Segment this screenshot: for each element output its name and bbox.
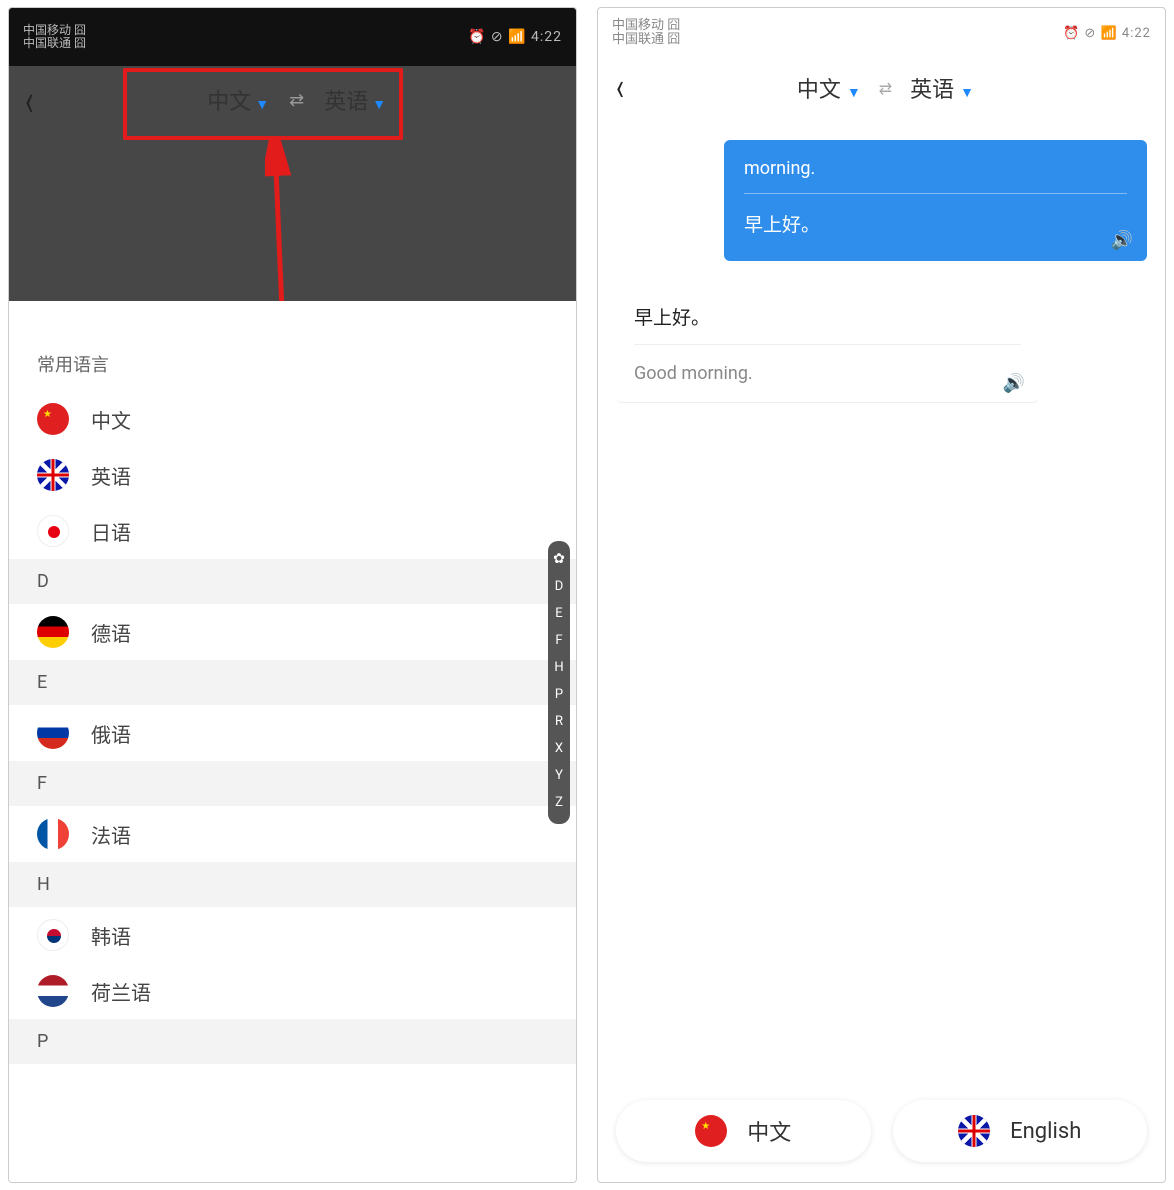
section-header: P <box>9 1019 576 1064</box>
language-pair: 中文 ▼ ⇄ 英语 ▼ <box>797 72 974 104</box>
source-language-label: 中文 <box>797 78 841 103</box>
index-letter[interactable]: D <box>555 579 564 594</box>
back-icon[interactable]: ‹ <box>25 74 33 127</box>
flag-nl-icon <box>37 975 69 1007</box>
speak-button-source[interactable]: 中文 <box>616 1100 871 1162</box>
flag-ru-icon <box>37 717 69 749</box>
alphabet-index[interactable]: ✿ DEFHPRXYZ <box>548 541 570 824</box>
bubble-source-text: 早上好。 <box>634 303 1021 345</box>
status-right: ⏰ ⊘ 📶 4:22 <box>1063 26 1151 41</box>
index-letter[interactable]: H <box>554 660 563 675</box>
flag-cn-icon <box>695 1115 727 1147</box>
message-bubble-outgoing[interactable]: 早上好。 Good morning. <box>616 289 1039 403</box>
carrier-2: 中国联通 囧 <box>23 37 86 50</box>
index-letter[interactable]: Y <box>555 768 563 783</box>
chevron-down-icon: ▼ <box>960 85 974 101</box>
carrier-2: 中国联通 囧 <box>612 33 680 47</box>
speak-buttons: 中文 English <box>616 1100 1147 1162</box>
flag-fr-icon <box>37 818 69 850</box>
section-header: E <box>9 660 576 705</box>
section-header: F <box>9 761 576 806</box>
annotation-highlight-box <box>123 68 403 140</box>
language-item[interactable]: 英语 <box>9 447 576 503</box>
index-letter[interactable]: F <box>555 633 562 648</box>
flag-kr-icon <box>37 919 69 951</box>
index-letter[interactable]: ✿ <box>553 551 565 567</box>
carrier-1: 中国移动 囧 <box>612 19 680 33</box>
language-item[interactable]: 韩语 <box>9 907 576 963</box>
message-bubble-incoming[interactable]: morning. 早上好。 <box>724 140 1147 261</box>
speaker-icon[interactable] <box>1003 373 1025 394</box>
flag-uk-icon <box>958 1115 990 1147</box>
bubble-target-text: 早上好。 <box>744 194 1127 247</box>
speak-button-target[interactable]: English <box>893 1100 1148 1162</box>
language-item[interactable]: 德语 <box>9 604 576 660</box>
language-item[interactable]: 日语 <box>9 503 576 559</box>
index-letter[interactable]: R <box>555 714 563 729</box>
language-label: 英语 <box>91 461 131 490</box>
flag-jp-icon <box>37 515 69 547</box>
language-item[interactable]: 中文 <box>9 391 576 447</box>
status-bar-right: 中国移动 囧 中国联通 囧 ⏰ ⊘ 📶 4:22 <box>598 8 1165 58</box>
language-picker-sheet[interactable]: 常用语言 中文 英语 日语 D 德语 E 俄语 F 法语 H 韩语 <box>9 301 576 1182</box>
language-item[interactable]: 法语 <box>9 806 576 862</box>
language-label: 俄语 <box>91 719 131 748</box>
screen-right: 中国移动 囧 中国联通 囧 ⏰ ⊘ 📶 4:22 ‹ 中文 ▼ ⇄ 英语 ▼ mor… <box>597 7 1166 1183</box>
language-item[interactable]: 荷兰语 <box>9 963 576 1019</box>
source-language-selector[interactable]: 中文 ▼ <box>797 72 861 104</box>
sheet-title: 常用语言 <box>9 351 576 391</box>
index-letter[interactable]: E <box>555 606 562 621</box>
language-label: 中文 <box>91 405 131 434</box>
language-label: 德语 <box>91 618 131 647</box>
status-bar-left: 中国移动 囧 中国联通 囧 ⏰ ⊘ 📶 4:22 <box>9 8 576 66</box>
index-letter[interactable]: Z <box>555 795 563 810</box>
flag-cn-icon <box>37 403 69 435</box>
bubble-target-text: Good morning. <box>634 345 1021 392</box>
section-header: H <box>9 862 576 907</box>
conversation-area: morning. 早上好。 早上好。 Good morning. <box>598 118 1165 1182</box>
speak-button-label: English <box>1010 1119 1081 1144</box>
flag-de-icon <box>37 616 69 648</box>
translate-header: ‹ 中文 ▼ ⇄ 英语 ▼ <box>598 58 1165 118</box>
language-label: 韩语 <box>91 921 131 950</box>
bubble-source-text: morning. <box>744 158 1127 194</box>
language-label: 日语 <box>91 517 131 546</box>
speaker-icon[interactable] <box>1111 230 1133 251</box>
section-header: D <box>9 559 576 604</box>
flag-uk-icon <box>37 459 69 491</box>
language-label: 法语 <box>91 820 131 849</box>
chevron-down-icon: ▼ <box>847 85 861 101</box>
index-letter[interactable]: X <box>555 741 563 756</box>
back-icon[interactable]: ‹ <box>616 66 624 111</box>
swap-icon[interactable]: ⇄ <box>879 79 892 98</box>
target-language-label: 英语 <box>910 78 954 103</box>
speak-button-label: 中文 <box>747 1115 791 1147</box>
status-right: ⏰ ⊘ 📶 4:22 <box>468 29 562 45</box>
language-label: 荷兰语 <box>91 977 151 1006</box>
index-letter[interactable]: P <box>555 687 563 702</box>
language-item[interactable]: 俄语 <box>9 705 576 761</box>
target-language-selector[interactable]: 英语 ▼ <box>910 72 974 104</box>
screen-left: 中国移动 囧 中国联通 囧 ⏰ ⊘ 📶 4:22 ‹ 中文▼ ⇄ 英语▼ 常用语… <box>8 7 577 1183</box>
